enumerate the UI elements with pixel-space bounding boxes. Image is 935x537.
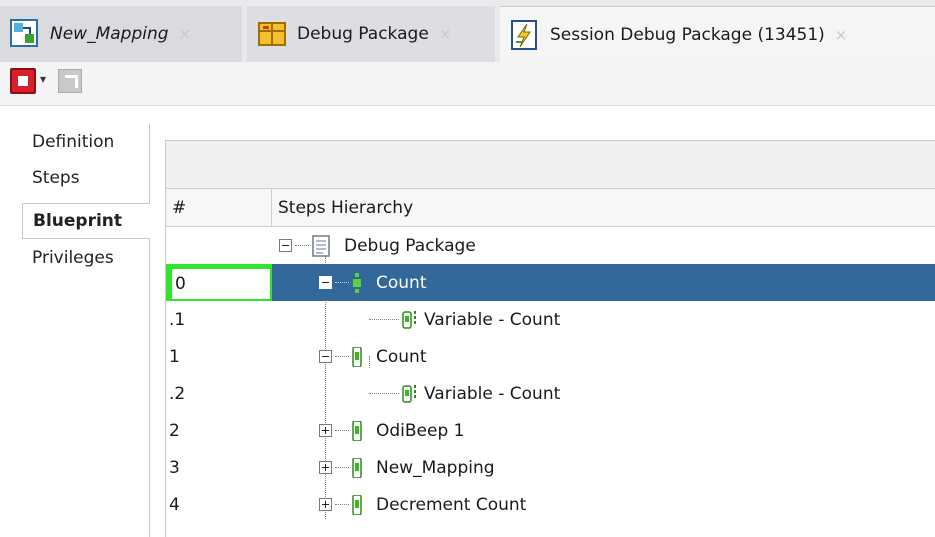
table-row[interactable]: 4 Decrement Count: [166, 486, 935, 523]
side-tab-blueprint[interactable]: Blueprint: [22, 203, 150, 239]
dropdown-arrow-icon[interactable]: ▾: [40, 72, 46, 86]
step-icon: [352, 420, 362, 441]
step-label: Decrement Count: [376, 494, 527, 515]
step-number: .2: [169, 383, 186, 404]
step-number: 4: [169, 494, 180, 515]
step-number-edit-field[interactable]: 0: [166, 264, 272, 301]
variable-icon: [402, 384, 416, 403]
side-tab-steps[interactable]: Steps: [22, 160, 150, 196]
table-row[interactable]: 3 New_Mapping: [166, 449, 935, 486]
step-label: Count: [376, 272, 427, 293]
external-link-icon: [58, 69, 82, 93]
step-icon: [353, 272, 361, 293]
column-header-number[interactable]: #: [166, 189, 272, 227]
step-label: New_Mapping: [376, 457, 495, 478]
tab-debug-package[interactable]: Debug Package ×: [247, 6, 495, 62]
side-tab-label: Steps: [32, 168, 80, 188]
table-row[interactable]: .1 Variable - Count: [166, 301, 935, 338]
close-icon[interactable]: ×: [835, 26, 848, 44]
step-number: 2: [169, 420, 180, 441]
step-label: Count: [376, 346, 427, 367]
column-header-steps-hierarchy[interactable]: Steps Hierarchy: [272, 189, 935, 227]
side-tabs-divider: [149, 124, 150, 537]
tab-new-mapping[interactable]: New_Mapping ×: [0, 6, 242, 62]
close-icon[interactable]: ×: [179, 25, 192, 43]
step-label: Variable - Count: [424, 309, 561, 330]
package-icon: [258, 22, 286, 46]
package-icon: [312, 234, 330, 257]
collapse-icon[interactable]: [319, 350, 332, 363]
step-icon: [352, 346, 362, 367]
table-row[interactable]: 1 Count: [166, 338, 935, 375]
side-tab-label: Definition: [32, 132, 115, 152]
tab-session-debug-package[interactable]: Session Debug Package (13451) ×: [500, 6, 935, 62]
panel-toolbar-strip: [166, 141, 935, 189]
editor-tab-bar: New_Mapping × Debug Package × Session De…: [0, 0, 935, 62]
side-tab-label: Blueprint: [33, 211, 123, 231]
step-number: .1: [169, 309, 186, 330]
side-tab-label: Privileges: [32, 248, 114, 268]
side-tab-definition[interactable]: Definition: [22, 124, 150, 160]
tab-label: New_Mapping: [50, 24, 169, 44]
session-icon: [511, 19, 537, 50]
collapse-icon[interactable]: [279, 239, 292, 252]
expand-icon[interactable]: [319, 498, 332, 511]
step-label: OdiBeep 1: [376, 420, 465, 441]
collapse-icon[interactable]: [319, 276, 332, 289]
tab-label: Debug Package: [297, 24, 429, 44]
table-header: # Steps Hierarchy: [166, 189, 935, 227]
variable-icon: [402, 310, 416, 329]
step-icon: [352, 457, 362, 478]
step-label: Variable - Count: [424, 383, 561, 404]
step-label: Debug Package: [344, 235, 476, 256]
mapping-icon: [10, 19, 38, 47]
expand-icon[interactable]: [319, 461, 332, 474]
close-icon[interactable]: ×: [439, 25, 452, 43]
step-number: 1: [169, 346, 180, 367]
stop-icon[interactable]: [10, 68, 36, 94]
step-number: 3: [169, 457, 180, 478]
step-number: [166, 227, 272, 264]
tab-label: Session Debug Package (13451): [550, 24, 825, 45]
blueprint-panel: # Steps Hierarchy Debug Package 0 Count …: [165, 140, 935, 537]
side-tabs: Definition Steps Blueprint Privileges: [22, 124, 150, 537]
session-toolbar: ▾: [0, 62, 935, 106]
side-tab-privileges[interactable]: Privileges: [22, 240, 150, 276]
table-row[interactable]: 2 OdiBeep 1: [166, 412, 935, 449]
table-row[interactable]: .2 Variable - Count: [166, 375, 935, 412]
table-row[interactable]: Debug Package: [166, 227, 935, 264]
table-row[interactable]: 0 Count: [166, 264, 935, 301]
step-icon: [352, 494, 362, 515]
expand-icon[interactable]: [319, 424, 332, 437]
